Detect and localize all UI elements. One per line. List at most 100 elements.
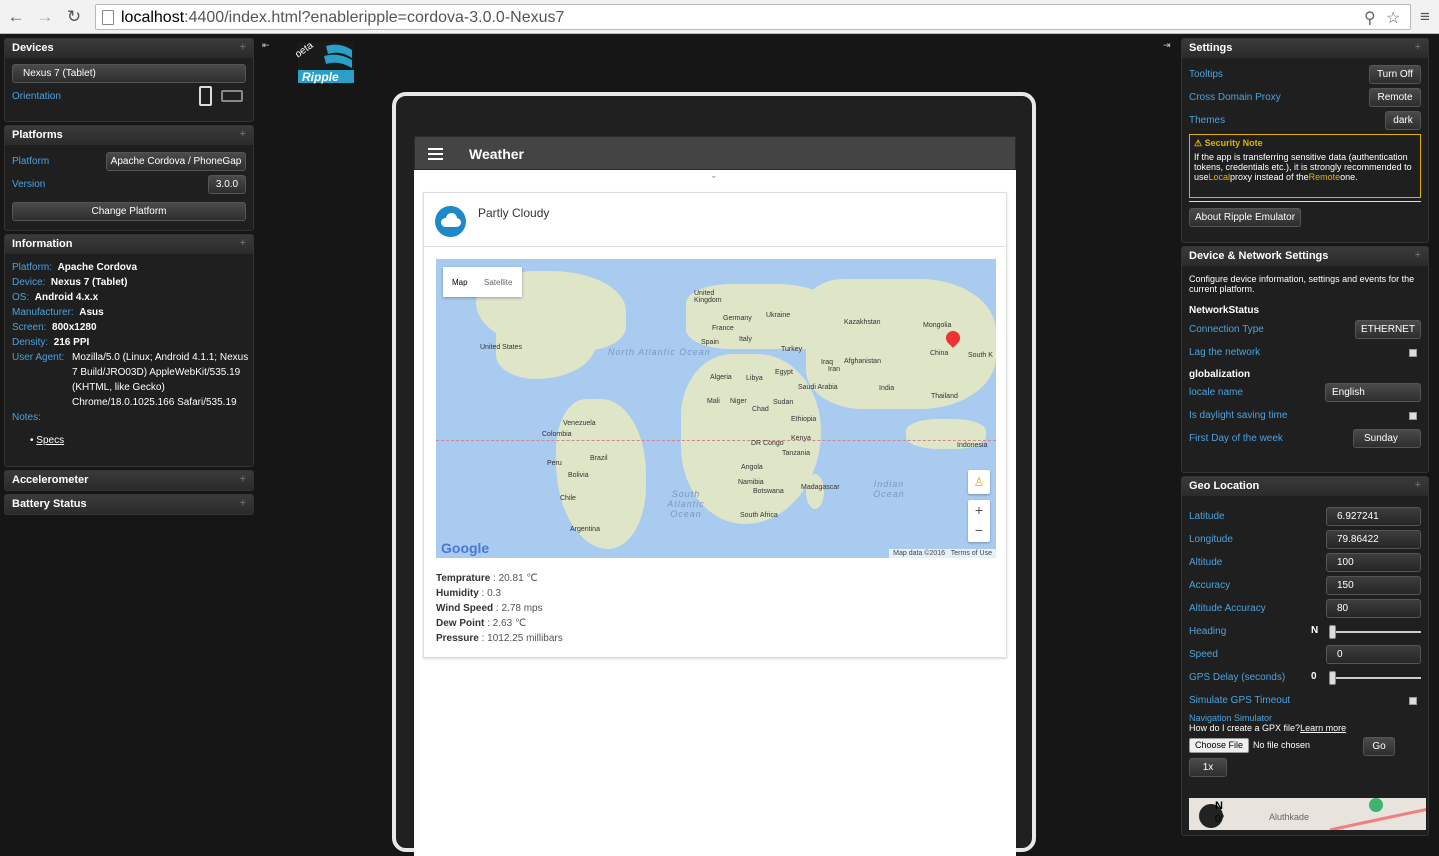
- chevron-down-icon[interactable]: ⌄: [710, 170, 718, 181]
- menu-icon[interactable]: ≡: [1414, 6, 1436, 28]
- street-view-pegman-icon[interactable]: ♙: [968, 470, 990, 494]
- zoom-in-icon[interactable]: +: [968, 500, 990, 520]
- country-label: South K: [968, 352, 993, 359]
- heading-label: Heading: [1189, 626, 1227, 637]
- choose-file-button[interactable]: Choose File: [1189, 738, 1249, 753]
- platform-select[interactable]: Apache Cordova / PhoneGap: [106, 152, 246, 171]
- speed-input[interactable]: 0: [1326, 645, 1421, 664]
- country-label: Kazakhstan: [844, 319, 881, 326]
- expand-icon[interactable]: +: [240, 128, 246, 140]
- locale-select[interactable]: English: [1325, 383, 1421, 402]
- info-value: Nexus 7 (Tablet): [50, 277, 128, 288]
- information-header[interactable]: Information +: [5, 235, 253, 254]
- about-ripple-button[interactable]: About Ripple Emulator: [1189, 208, 1301, 227]
- locale-label: locale name: [1189, 387, 1243, 398]
- world-map[interactable]: North Atlantic Ocean South Atlantic Ocea…: [436, 259, 996, 558]
- user-agent-value: Mozilla/5.0 (Linux; Android 4.1.1; Nexus…: [72, 352, 249, 408]
- expand-icon[interactable]: +: [240, 237, 246, 249]
- expand-icon[interactable]: +: [1415, 41, 1421, 53]
- country-label: Thailand: [931, 393, 958, 400]
- zoom-icon[interactable]: ⚲: [1364, 8, 1376, 28]
- info-key: User Agent:: [12, 352, 65, 363]
- country-label: Ukraine: [766, 312, 791, 319]
- latitude-label: Latitude: [1189, 511, 1225, 522]
- info-value: Apache Cordova: [57, 262, 138, 273]
- expand-icon[interactable]: +: [1415, 249, 1421, 261]
- altitude-accuracy-input[interactable]: 80: [1326, 599, 1421, 618]
- specs-link[interactable]: Specs: [36, 435, 64, 446]
- connection-type-select[interactable]: ETHERNET: [1355, 320, 1421, 339]
- expand-icon[interactable]: +: [240, 41, 246, 53]
- dst-checkbox[interactable]: [1409, 412, 1417, 420]
- learn-more-link[interactable]: Learn more: [1300, 723, 1346, 733]
- satellite-tab[interactable]: Satellite: [484, 278, 512, 287]
- hamburger-menu-icon[interactable]: [428, 148, 443, 160]
- collapse-right-icon[interactable]: ⇥: [1163, 40, 1171, 51]
- information-panel: Information + Platform: Apache Cordova De…: [4, 234, 254, 467]
- geo-map[interactable]: N 0° Aluthkade: [1189, 798, 1426, 830]
- country-label: Bolivia: [568, 472, 589, 479]
- terms-link[interactable]: Terms of Use: [951, 550, 992, 557]
- landscape-icon[interactable]: [221, 90, 243, 102]
- land-madagascar: [806, 474, 824, 509]
- accuracy-input[interactable]: 150: [1326, 576, 1421, 595]
- settings-header[interactable]: Settings +: [1182, 39, 1428, 58]
- map-place-label: Aluthkade: [1269, 812, 1310, 822]
- map-attribution: Map data ©2016 Terms of Use: [889, 549, 996, 558]
- ocean-label: North Atlantic Ocean: [608, 347, 711, 357]
- collapse-left-icon[interactable]: ⇤: [262, 40, 270, 51]
- accelerometer-header[interactable]: Accelerometer +: [5, 471, 253, 490]
- geo-header[interactable]: Geo Location +: [1182, 477, 1428, 496]
- first-day-select[interactable]: Sunday: [1353, 429, 1421, 448]
- themes-select[interactable]: dark: [1385, 111, 1421, 130]
- device-select[interactable]: Nexus 7 (Tablet): [12, 64, 246, 83]
- compass-north-label: N: [1215, 800, 1223, 812]
- security-note: ⚠ Security Note If the app is transferri…: [1189, 134, 1421, 198]
- devices-header[interactable]: Devices +: [5, 39, 253, 58]
- heading-slider[interactable]: [1329, 625, 1421, 639]
- slider-thumb[interactable]: [1329, 671, 1336, 685]
- country-label: Niger: [730, 398, 747, 405]
- left-panels: Devices + Nexus 7 (Tablet) Orientation Pl…: [4, 38, 254, 518]
- altitude-label: Altitude: [1189, 557, 1223, 568]
- expand-icon[interactable]: +: [1415, 479, 1421, 491]
- version-select[interactable]: 3.0.0: [208, 175, 246, 194]
- accelerometer-panel: Accelerometer +: [4, 470, 254, 491]
- weather-details: Temprature : 20.81 ℃ Humidity : 0.3 Wind…: [436, 571, 563, 646]
- reload-icon[interactable]: ↻: [63, 6, 85, 28]
- slider-thumb[interactable]: [1329, 625, 1336, 639]
- ocean-label: South Atlantic Ocean: [667, 489, 705, 519]
- url-text[interactable]: localhost:4400/index.html?enableripple=c…: [121, 9, 564, 27]
- altitude-input[interactable]: 100: [1326, 553, 1421, 572]
- forward-icon[interactable]: →: [34, 6, 56, 28]
- proxy-select[interactable]: Remote: [1369, 88, 1421, 107]
- playback-speed-select[interactable]: 1x: [1189, 758, 1227, 777]
- back-icon[interactable]: ←: [5, 6, 27, 28]
- battery-header[interactable]: Battery Status +: [5, 495, 253, 514]
- map-tab[interactable]: Map: [452, 278, 468, 287]
- change-platform-button[interactable]: Change Platform: [12, 202, 246, 221]
- expand-icon[interactable]: +: [240, 473, 246, 485]
- lag-network-label: Lag the network: [1189, 347, 1261, 358]
- gps-delay-slider[interactable]: [1329, 671, 1421, 685]
- gpx-go-button[interactable]: Go: [1363, 737, 1395, 756]
- lag-network-checkbox[interactable]: [1409, 349, 1417, 357]
- country-label: South Africa: [740, 512, 778, 519]
- tooltips-toggle[interactable]: Turn Off: [1369, 65, 1421, 84]
- wind-label: Wind Speed: [436, 603, 494, 614]
- address-bar[interactable]: localhost:4400/index.html?enableripple=c…: [95, 4, 1411, 30]
- bookmark-star-icon[interactable]: ☆: [1386, 8, 1400, 28]
- platforms-header[interactable]: Platforms +: [5, 126, 253, 145]
- longitude-input[interactable]: 79.86422: [1326, 530, 1421, 549]
- country-label: Italy: [739, 336, 752, 343]
- portrait-icon[interactable]: [199, 86, 212, 106]
- expand-icon[interactable]: +: [240, 497, 246, 509]
- gps-timeout-checkbox[interactable]: [1409, 697, 1417, 705]
- warning-icon: ⚠: [1194, 138, 1203, 148]
- compass-degrees: 0°: [1215, 814, 1225, 825]
- pressure-label: Pressure: [436, 633, 479, 644]
- pressure-value: : 1012.25 millibars: [478, 633, 563, 644]
- network-header[interactable]: Device & Network Settings +: [1182, 247, 1428, 266]
- zoom-out-icon[interactable]: −: [968, 520, 990, 540]
- latitude-input[interactable]: 6.927241: [1326, 507, 1421, 526]
